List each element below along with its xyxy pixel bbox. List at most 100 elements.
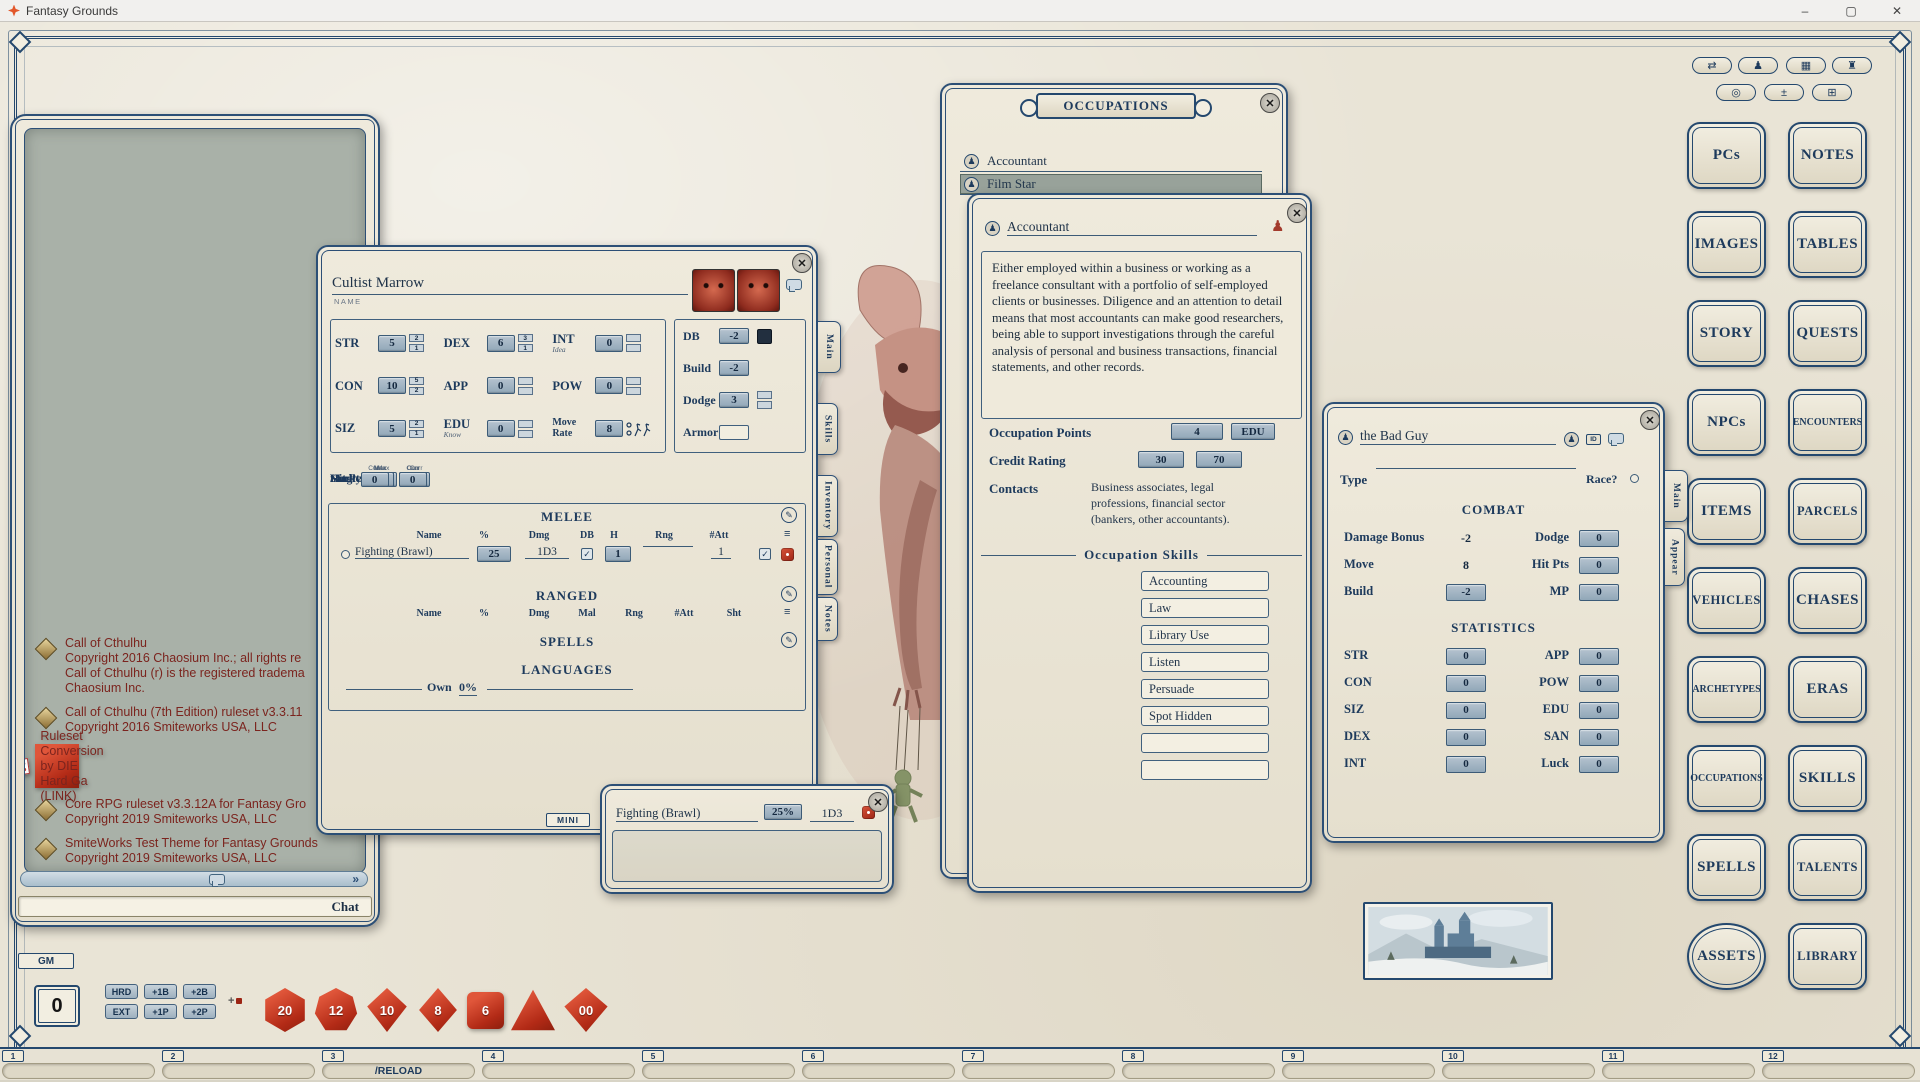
npc-tab[interactable]: Main — [1665, 470, 1688, 522]
weapon-name[interactable]: Fighting (Brawl) — [355, 546, 469, 559]
sidebar-tool-icon[interactable]: ♟ — [1738, 57, 1778, 74]
db-apply-toggle[interactable] — [757, 329, 772, 344]
sidebar-button[interactable]: ITEMS — [1687, 478, 1766, 545]
sidebar-tool-icon[interactable]: ◎ — [1716, 84, 1756, 101]
combat-stat-value[interactable]: 0 — [1579, 557, 1619, 574]
hotkey-slot[interactable]: 3 /RELOAD — [320, 1049, 480, 1082]
sidebar-button[interactable]: SPELLS — [1687, 834, 1766, 901]
hotkey-content[interactable]: /RELOAD — [322, 1063, 475, 1079]
own-language-value[interactable]: 0% — [459, 680, 477, 696]
close-icon[interactable]: ✕ — [1287, 203, 1307, 223]
occupation-skill-field[interactable]: Accounting — [1141, 571, 1269, 591]
character-name-field[interactable]: Cultist Marrow — [332, 275, 688, 295]
sidebar-button[interactable]: IMAGES — [1687, 211, 1766, 278]
hotkey-slot[interactable]: 8 — [1120, 1049, 1280, 1082]
close-icon[interactable]: ✕ — [1640, 410, 1660, 430]
close-icon[interactable]: ✕ — [868, 792, 888, 812]
sheet-tab[interactable]: Notes — [818, 597, 838, 641]
stat-value[interactable]: 0 — [1579, 702, 1619, 719]
sidebar-tool-icon[interactable]: ⊞ — [1812, 84, 1852, 101]
combat-stat-value[interactable]: 0 — [1579, 530, 1619, 547]
stat-value[interactable]: 0 — [1446, 702, 1486, 719]
occupation-skill-field[interactable]: Spot Hidden — [1141, 706, 1269, 726]
occupation-skill-field[interactable] — [1141, 760, 1269, 780]
language-line[interactable] — [346, 676, 422, 690]
weapon-skill-pct[interactable]: 25 — [477, 546, 511, 562]
sidebar-button[interactable]: PARCELS — [1788, 478, 1867, 545]
die-button[interactable] — [511, 988, 555, 1032]
sidebar-button[interactable]: NPCs — [1687, 389, 1766, 456]
hotkey-slot[interactable]: 6 — [800, 1049, 960, 1082]
sidebar-tool-icon[interactable]: ⇄ — [1692, 57, 1732, 74]
sheet-tab[interactable]: Main — [818, 321, 841, 373]
vital-curr-value[interactable]: 0 — [361, 472, 389, 487]
chevron-right-icon[interactable] — [352, 872, 359, 886]
hotkey-slot[interactable]: 11 — [1600, 1049, 1760, 1082]
menu-icon[interactable] — [784, 528, 790, 540]
roll-modifier-button[interactable]: +2P — [183, 1004, 216, 1019]
occupation-skill-field[interactable]: Law — [1141, 598, 1269, 618]
occupation-points-stat[interactable]: EDU — [1231, 423, 1275, 440]
speech-bubble-icon[interactable] — [1608, 433, 1624, 444]
hotkey-content[interactable] — [482, 1063, 635, 1079]
weapon-hands[interactable]: 1 — [605, 546, 631, 562]
hotkey-content[interactable] — [802, 1063, 955, 1079]
character-portrait-alt[interactable] — [737, 269, 780, 312]
weapon-attacks[interactable]: 1 — [711, 546, 731, 559]
sidebar-button[interactable]: CHASES — [1788, 567, 1867, 634]
language-line[interactable] — [487, 676, 633, 690]
hotkey-content[interactable] — [1122, 1063, 1275, 1079]
sidebar-button[interactable]: NOTES — [1788, 122, 1867, 189]
npc-race-radio[interactable] — [1630, 474, 1639, 483]
sidebar-button[interactable]: ARCHETYPES — [1687, 656, 1766, 723]
edit-ranged-icon[interactable] — [781, 586, 797, 602]
close-icon[interactable]: ✕ — [1260, 93, 1280, 113]
occupation-points-value[interactable]: 4 — [1171, 423, 1223, 440]
sheet-tab[interactable]: Inventory — [818, 475, 838, 537]
weapon-damage[interactable]: 1D3 — [525, 546, 569, 559]
occupation-skill-field[interactable] — [1141, 733, 1269, 753]
occupation-skill-field[interactable]: Persuade — [1141, 679, 1269, 699]
sidebar-button[interactable]: SKILLS — [1788, 745, 1867, 812]
hotkey-slot[interactable]: 2 — [160, 1049, 320, 1082]
stat-value[interactable]: 0 — [487, 420, 515, 437]
stat-value[interactable]: 0 — [1579, 648, 1619, 665]
sidebar-tool-icon[interactable]: ▦ — [1786, 57, 1826, 74]
roll-modifier-button[interactable]: HRD — [105, 984, 138, 999]
die-button[interactable]: 20 — [263, 988, 307, 1032]
hotkey-content[interactable] — [1282, 1063, 1435, 1079]
sidebar-button[interactable]: VEHICLES — [1687, 567, 1766, 634]
sidebar-tool-icon[interactable]: ± — [1764, 84, 1804, 101]
stat-value[interactable]: 0 — [1579, 756, 1619, 773]
sidebar-button[interactable]: PCs — [1687, 122, 1766, 189]
walk-run-icons[interactable] — [626, 420, 652, 438]
sidebar-button[interactable]: ASSETS — [1687, 923, 1766, 990]
npc-type-field[interactable] — [1376, 468, 1576, 469]
sidebar-button[interactable]: STORY — [1687, 300, 1766, 367]
stat-value[interactable]: 5 — [378, 420, 406, 437]
edit-melee-icon[interactable] — [781, 507, 797, 523]
combat-stat-value[interactable]: 8 — [1446, 557, 1486, 574]
stat-value[interactable]: 10 — [378, 377, 406, 394]
chat-log[interactable]: Call of CthulhuCopyright 2016 Chaosium I… — [24, 128, 366, 873]
minimize-button[interactable]: – — [1782, 0, 1828, 21]
weapon-range[interactable] — [643, 546, 693, 547]
stat-value[interactable]: 0 — [1446, 675, 1486, 692]
popup-weapon-pct[interactable]: 25% — [764, 804, 802, 820]
hotkey-content[interactable] — [2, 1063, 155, 1079]
hotkey-slot[interactable]: 7 — [960, 1049, 1120, 1082]
hotkey-slot[interactable]: 10 — [1440, 1049, 1600, 1082]
combat-stat-value[interactable]: -2 — [1446, 530, 1486, 547]
sidebar-button[interactable]: ENCOUNTERS — [1788, 389, 1867, 456]
roll-modifier-button[interactable]: +2B — [183, 984, 216, 999]
npc-link-icon[interactable] — [1271, 217, 1284, 235]
character-portrait[interactable] — [692, 269, 735, 312]
hotkey-content[interactable] — [1442, 1063, 1595, 1079]
stat-value[interactable]: 8 — [595, 420, 623, 437]
hotkey-slot[interactable]: 9 — [1280, 1049, 1440, 1082]
close-button[interactable]: ✕ — [1874, 0, 1920, 21]
sidebar-button[interactable]: TALENTS — [1788, 834, 1867, 901]
stat-value[interactable]: 0 — [1446, 756, 1486, 773]
hotkey-slot[interactable]: 4 — [480, 1049, 640, 1082]
roll-weapon-dice-icon[interactable] — [781, 548, 794, 561]
